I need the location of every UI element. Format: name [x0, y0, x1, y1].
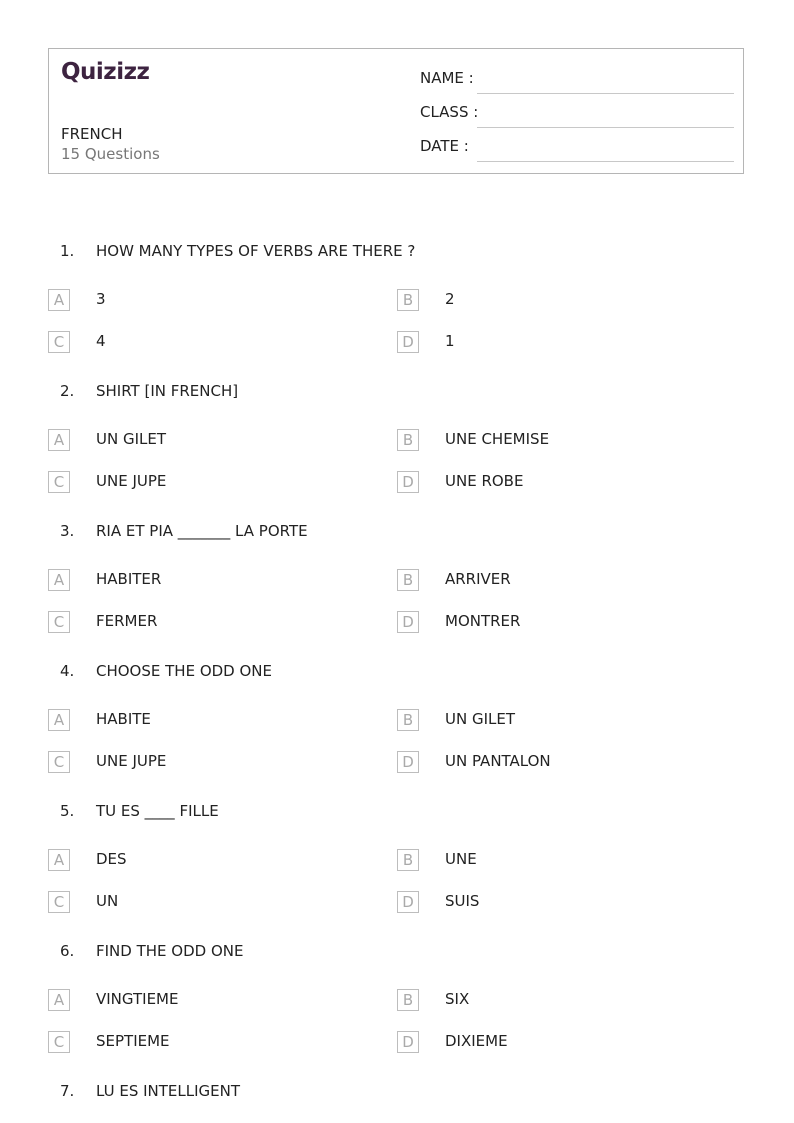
- answer-option[interactable]: D1: [397, 331, 697, 355]
- option-text: SEPTIEME: [96, 1032, 170, 1050]
- answer-option[interactable]: B UN GILET: [397, 709, 697, 733]
- option-letter-box[interactable]: A: [48, 429, 70, 451]
- question-number: 3.: [60, 522, 75, 540]
- option-text: UNE CHEMISE: [445, 430, 550, 448]
- answer-option[interactable]: D DIXIEME: [397, 1031, 697, 1055]
- option-text: UN GILET: [445, 710, 516, 728]
- option-letter-box[interactable]: A: [48, 849, 70, 871]
- answer-option[interactable]: C SEPTIEME: [48, 1031, 348, 1055]
- option-text: DES: [96, 850, 127, 868]
- answer-option[interactable]: B ARRIVER: [397, 569, 697, 593]
- option-text: VINGTIEME: [96, 990, 179, 1008]
- option-letter-box[interactable]: B: [397, 709, 419, 731]
- answer-option[interactable]: B2: [397, 289, 697, 313]
- answer-option[interactable]: B SIX: [397, 989, 697, 1013]
- option-text: FERMER: [96, 612, 158, 630]
- option-text: SIX: [445, 990, 470, 1008]
- answer-option[interactable]: D UN PANTALON: [397, 751, 697, 775]
- question-number: 1.: [60, 242, 75, 260]
- option-letter-box[interactable]: C: [48, 471, 70, 493]
- question-count: 15 Questions: [61, 145, 160, 163]
- option-letter-box[interactable]: A: [48, 989, 70, 1011]
- answer-option[interactable]: A VINGTIEME: [48, 989, 348, 1013]
- option-letter-box[interactable]: D: [397, 611, 419, 633]
- option-text: UNE JUPE: [96, 472, 167, 490]
- option-letter-box[interactable]: D: [397, 891, 419, 913]
- class-label: CLASS :: [420, 103, 479, 121]
- option-letter-box[interactable]: B: [397, 569, 419, 591]
- option-letter-box[interactable]: B: [397, 989, 419, 1011]
- option-text: SUIS: [445, 892, 480, 910]
- option-letter-box[interactable]: D: [397, 751, 419, 773]
- option-text: UNE: [445, 850, 477, 868]
- option-text: 2: [445, 290, 455, 308]
- class-input-line[interactable]: [477, 127, 734, 128]
- option-letter-box[interactable]: C: [48, 751, 70, 773]
- option-letter-box[interactable]: D: [397, 471, 419, 493]
- question-number: 6.: [60, 942, 75, 960]
- option-letter-box[interactable]: D: [397, 1031, 419, 1053]
- option-letter-box[interactable]: B: [397, 849, 419, 871]
- answer-option[interactable]: B UNE CHEMISE: [397, 429, 697, 453]
- option-letter-box[interactable]: C: [48, 1031, 70, 1053]
- date-label: DATE :: [420, 137, 469, 155]
- option-text: 4: [96, 332, 106, 350]
- option-text: 1: [445, 332, 455, 350]
- option-text: UN PANTALON: [445, 752, 551, 770]
- option-text: 3: [96, 290, 106, 308]
- option-letter-box[interactable]: A: [48, 289, 70, 311]
- answer-option[interactable]: C UNE JUPE: [48, 751, 348, 775]
- answer-option[interactable]: D MONTRER: [397, 611, 697, 635]
- answer-option[interactable]: C UN: [48, 891, 348, 915]
- option-letter-box[interactable]: B: [397, 429, 419, 451]
- option-letter-box[interactable]: C: [48, 611, 70, 633]
- class-field: CLASS :: [420, 103, 734, 128]
- question-text: TU ES ____ FILLE: [96, 802, 219, 820]
- quizizz-logo: Quizizz: [61, 59, 150, 85]
- option-text: UNE JUPE: [96, 752, 167, 770]
- question-number: 2.: [60, 382, 75, 400]
- date-input-line[interactable]: [477, 161, 734, 162]
- question-number: 4.: [60, 662, 75, 680]
- answer-option[interactable]: D UNE ROBE: [397, 471, 697, 495]
- option-letter-box[interactable]: C: [48, 891, 70, 913]
- answer-option[interactable]: C FERMER: [48, 611, 348, 635]
- question-text: RIA ET PIA _______ LA PORTE: [96, 522, 308, 540]
- answer-option[interactable]: B UNE: [397, 849, 697, 873]
- answer-option[interactable]: C UNE JUPE: [48, 471, 348, 495]
- answer-option[interactable]: A HABITER: [48, 569, 348, 593]
- question-text: SHIRT [IN FRENCH]: [96, 382, 239, 400]
- question-text: CHOOSE THE ODD ONE: [96, 662, 273, 680]
- option-letter-box[interactable]: A: [48, 569, 70, 591]
- answer-option[interactable]: A3: [48, 289, 348, 313]
- question-text: FIND THE ODD ONE: [96, 942, 244, 960]
- option-text: UN GILET: [96, 430, 167, 448]
- option-text: HABITER: [96, 570, 162, 588]
- option-text: MONTRER: [445, 612, 521, 630]
- answer-option[interactable]: D SUIS: [397, 891, 697, 915]
- date-field: DATE :: [420, 137, 734, 162]
- name-field: NAME :: [420, 69, 734, 94]
- answer-option[interactable]: C4: [48, 331, 348, 355]
- question-text: HOW MANY TYPES OF VERBS ARE THERE ?: [96, 242, 416, 260]
- option-text: ARRIVER: [445, 570, 511, 588]
- option-letter-box[interactable]: C: [48, 331, 70, 353]
- name-label: NAME :: [420, 69, 474, 87]
- option-letter-box[interactable]: B: [397, 289, 419, 311]
- answer-option[interactable]: A HABITE: [48, 709, 348, 733]
- question-number: 5.: [60, 802, 75, 820]
- option-text: UNE ROBE: [445, 472, 524, 490]
- option-letter-box[interactable]: D: [397, 331, 419, 353]
- answer-option[interactable]: A DES: [48, 849, 348, 873]
- worksheet-header: Quizizz FRENCH 15 Questions NAME : CLASS…: [48, 48, 744, 174]
- option-text: HABITE: [96, 710, 151, 728]
- option-text: DIXIEME: [445, 1032, 508, 1050]
- question-number: 7.: [60, 1082, 75, 1100]
- option-letter-box[interactable]: A: [48, 709, 70, 731]
- name-input-line[interactable]: [477, 93, 734, 94]
- answer-option[interactable]: A UN GILET: [48, 429, 348, 453]
- subject-title: FRENCH: [61, 125, 123, 143]
- question-text: LU ES INTELLIGENT: [96, 1082, 241, 1100]
- option-text: UN: [96, 892, 119, 910]
